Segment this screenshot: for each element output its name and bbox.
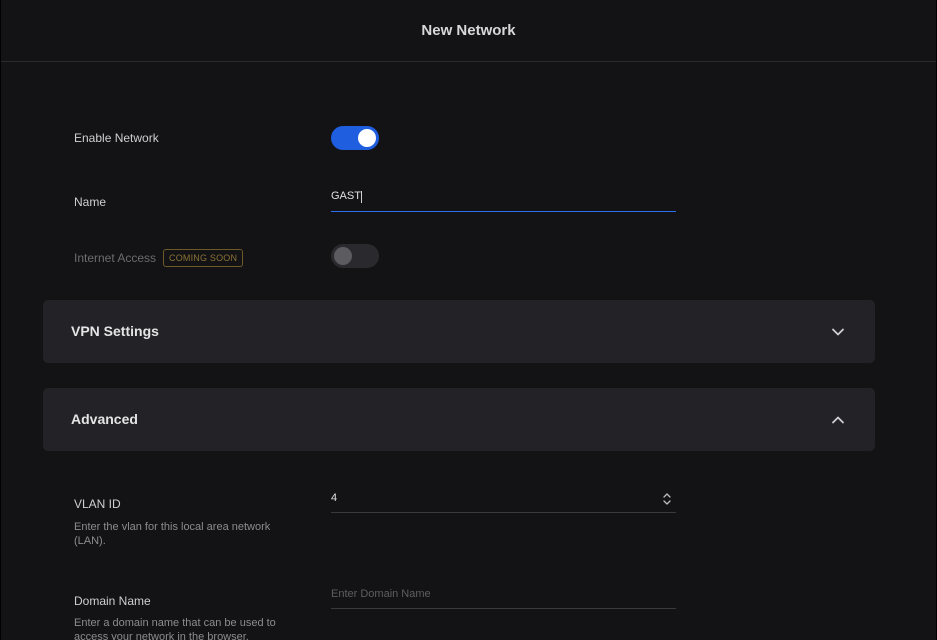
vlan-id-help-text: Enter the vlan for this local area netwo… — [74, 521, 271, 547]
domain-name-input[interactable] — [331, 583, 676, 605]
vlan-id-underline — [331, 512, 676, 513]
internet-access-label: Internet Access — [74, 251, 157, 265]
enable-network-label: Enable Network — [74, 131, 159, 145]
coming-soon-badge: COMING SOON — [163, 249, 244, 267]
new-network-panel: New Network Enable Network Name Internet… — [1, 0, 936, 640]
toggle-knob — [334, 247, 352, 265]
advanced-section-header[interactable]: Advanced — [43, 388, 875, 451]
text-caret — [361, 191, 362, 203]
name-input-underline — [331, 211, 676, 212]
panel-header: New Network — [1, 0, 936, 62]
page-title: New Network — [421, 22, 516, 39]
name-input[interactable] — [331, 185, 676, 207]
toggle-knob — [358, 129, 376, 147]
vlan-id-input[interactable] — [331, 487, 656, 509]
domain-name-label: Domain Name — [74, 594, 151, 608]
domain-name-underline — [331, 608, 676, 609]
chevron-up-icon — [832, 416, 844, 424]
vpn-settings-section-header[interactable]: VPN Settings — [43, 300, 875, 363]
vlan-id-label: VLAN ID — [74, 497, 121, 511]
up-down-stepper-icon[interactable] — [662, 491, 672, 507]
advanced-title: Advanced — [71, 411, 138, 427]
vpn-settings-title: VPN Settings — [71, 323, 159, 339]
enable-network-toggle[interactable] — [331, 126, 379, 150]
chevron-down-icon — [832, 328, 844, 336]
internet-access-toggle[interactable] — [331, 244, 379, 268]
name-label: Name — [74, 195, 107, 209]
domain-name-help-text: Enter a domain name that can be used to … — [74, 617, 276, 640]
